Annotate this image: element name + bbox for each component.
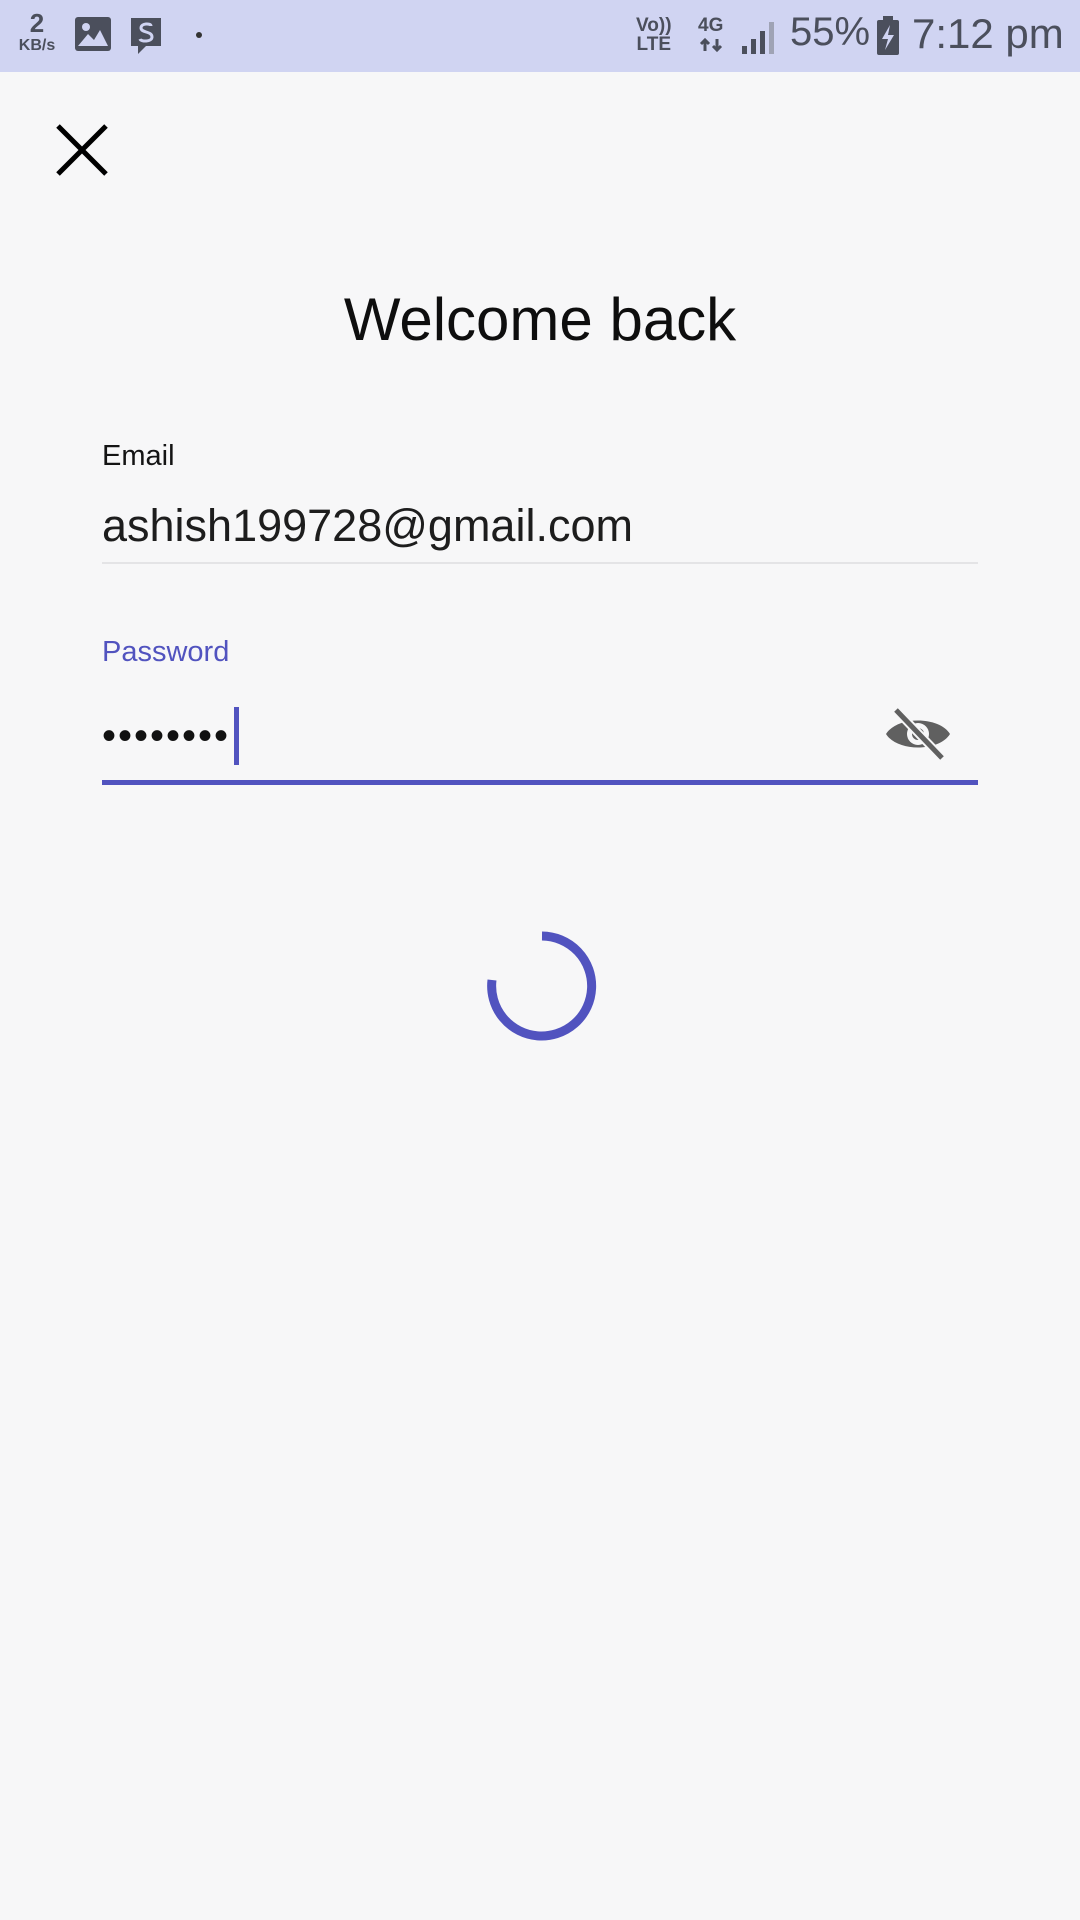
- network-type: 4G: [698, 16, 723, 53]
- dot-icon: [196, 32, 202, 38]
- signal-icon: [742, 22, 774, 54]
- s-app-icon: [131, 18, 161, 54]
- toggle-password-visibility-button[interactable]: [880, 704, 956, 764]
- email-field[interactable]: ashish199728@gmail.com: [102, 500, 633, 552]
- network-speed-value: 2: [29, 8, 45, 38]
- clock: 7:12 pm: [912, 10, 1064, 57]
- battery-percent: 55%: [790, 10, 871, 54]
- network-speed-unit: KB/s: [18, 37, 56, 54]
- loading-spinner: [487, 931, 597, 1041]
- volte-indicator: Vo)) LTE: [636, 16, 672, 54]
- volte-bottom-text: LTE: [636, 34, 671, 55]
- network-type-text: 4G: [698, 15, 724, 36]
- email-underline: [102, 562, 978, 564]
- status-bar: 2 KB/s Vo)) LTE 4G 55% 7:12 pm: [0, 0, 1080, 72]
- battery-charging-icon: [877, 16, 899, 55]
- text-caret: [234, 707, 240, 765]
- close-button[interactable]: [42, 110, 122, 190]
- password-masked-value: ••••••••: [102, 714, 231, 758]
- password-underline-focused: [102, 780, 978, 785]
- network-speed: 2 KB/s: [14, 10, 60, 54]
- page-title: Welcome back: [343, 286, 737, 353]
- email-label: Email: [102, 440, 175, 472]
- password-field[interactable]: ••••••••: [102, 707, 240, 765]
- visibility-off-icon: [886, 706, 950, 762]
- close-icon: [56, 124, 108, 176]
- volte-top-text: Vo)): [636, 15, 672, 36]
- gallery-icon: [75, 17, 111, 51]
- password-label: Password: [102, 636, 230, 668]
- data-arrows-icon: [699, 37, 722, 53]
